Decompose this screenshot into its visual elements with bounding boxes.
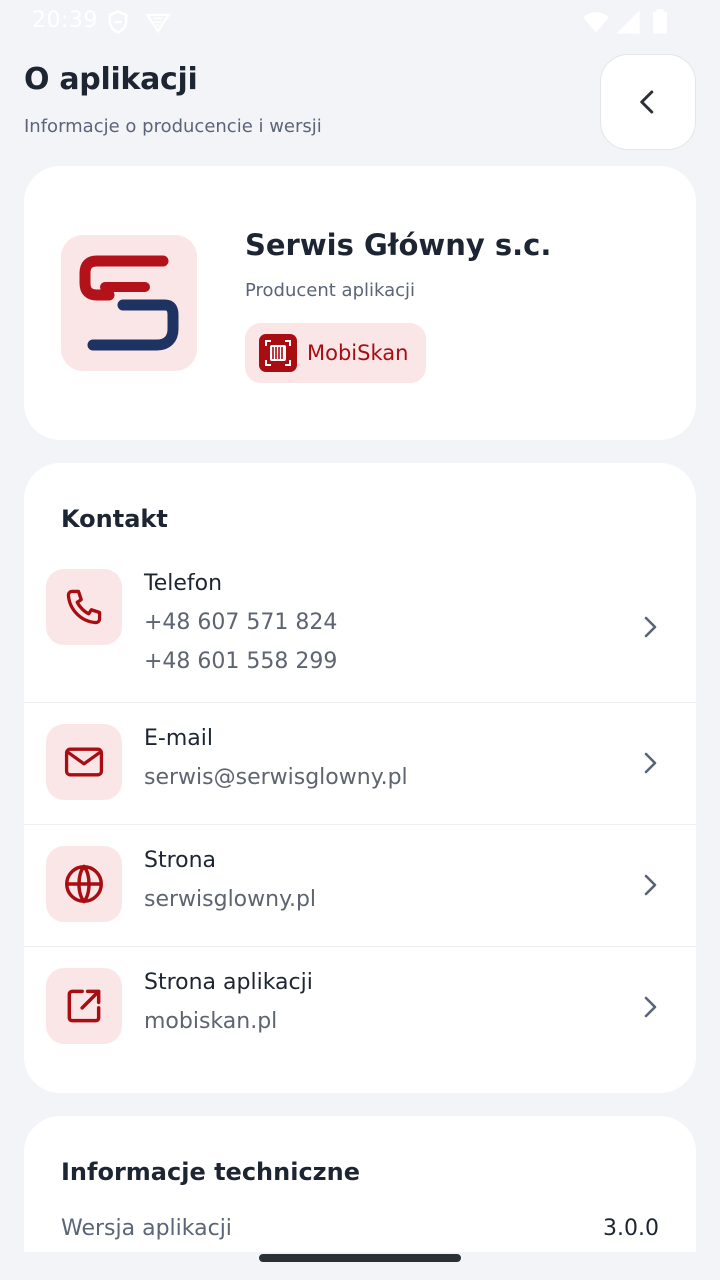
email-value[interactable]: serwis@serwisglowny.pl	[144, 765, 408, 790]
contact-list: Telefon +48 607 571 824 +48 601 558 299 …	[24, 553, 696, 1069]
globe-icon-box	[46, 846, 122, 922]
producer-card: Serwis Główny s.c. Producent aplikacji M…	[24, 166, 696, 440]
chevron-right-icon	[644, 874, 657, 896]
contact-row-email[interactable]: E-mail serwis@serwisglowny.pl	[24, 703, 696, 825]
contact-row-app-website[interactable]: Strona aplikacji mobiskan.pl	[24, 947, 696, 1069]
chevron-right-icon	[644, 996, 657, 1018]
phone-icon	[66, 589, 102, 625]
app-badge: MobiSkan	[245, 323, 427, 383]
phone-icon-box	[46, 569, 122, 645]
battery-icon	[653, 9, 667, 34]
back-button[interactable]	[600, 54, 696, 150]
contact-section-title: Kontakt	[61, 505, 168, 533]
contact-label: Strona	[144, 848, 217, 873]
page-title: O aplikacji	[24, 62, 198, 97]
mail-icon-box	[46, 724, 122, 800]
shield-icon	[108, 10, 128, 34]
phone-number-2[interactable]: +48 601 558 299	[144, 649, 337, 674]
page-subtitle: Informacje o producencie i wersji	[24, 116, 322, 137]
status-time: 20:39	[32, 8, 98, 33]
mail-icon	[64, 747, 104, 777]
contact-label: E-mail	[144, 726, 213, 751]
status-bar: 20:39	[0, 0, 720, 44]
contact-label: Telefon	[144, 571, 223, 596]
version-value: 3.0.0	[603, 1216, 659, 1241]
contact-row-website[interactable]: Strona serwisglowny.pl	[24, 825, 696, 947]
app-website-value[interactable]: mobiskan.pl	[144, 1009, 277, 1034]
wifi-icon	[583, 12, 609, 33]
company-name: Serwis Główny s.c.	[245, 228, 552, 262]
serwis-glowny-logo-icon	[79, 255, 179, 351]
external-link-icon	[67, 989, 101, 1023]
chevron-right-icon	[644, 752, 657, 774]
header: O aplikacji Informacje o producencie i w…	[24, 54, 696, 154]
home-indicator[interactable]	[259, 1254, 461, 1262]
vpn-icon	[145, 13, 171, 34]
contact-label: Strona aplikacji	[144, 970, 313, 995]
globe-icon	[65, 864, 103, 904]
website-value[interactable]: serwisglowny.pl	[144, 887, 316, 912]
company-logo	[61, 235, 197, 371]
cellular-icon	[616, 10, 640, 34]
chevron-left-icon	[640, 90, 654, 114]
external-link-icon-box	[46, 968, 122, 1044]
phone-number-1[interactable]: +48 607 571 824	[144, 610, 337, 635]
contact-card: Kontakt Telefon +48 607 571 824 +48 601 …	[24, 463, 696, 1093]
chevron-right-icon	[644, 616, 657, 638]
company-role: Producent aplikacji	[245, 280, 416, 301]
app-name: MobiSkan	[307, 341, 409, 365]
tech-section-title: Informacje techniczne	[61, 1158, 361, 1186]
mobiskan-app-icon	[259, 334, 297, 372]
version-label: Wersja aplikacji	[61, 1216, 232, 1241]
contact-row-phone[interactable]: Telefon +48 607 571 824 +48 601 558 299	[24, 553, 696, 703]
tech-row-version: Wersja aplikacji 3.0.0	[61, 1216, 659, 1241]
